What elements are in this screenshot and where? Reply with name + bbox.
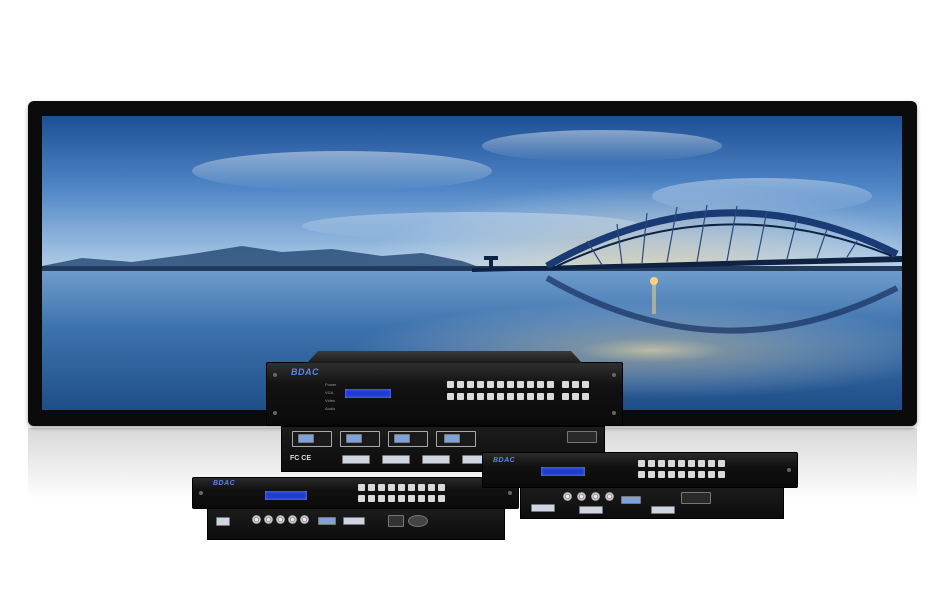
switcher-top-cover <box>307 351 582 363</box>
button-grid-left[interactable] <box>358 484 458 504</box>
video-processor-left-front: BDAC <box>192 477 519 509</box>
button-grid[interactable] <box>447 381 592 409</box>
lcd-display <box>345 389 391 398</box>
video-processor-left-rear <box>207 508 505 540</box>
lcd-display-left <box>265 491 307 500</box>
certification-marks: FC CE <box>290 455 311 462</box>
video-processor-right-front: BDAC <box>482 452 798 488</box>
button-grid-right[interactable] <box>638 460 738 482</box>
led-audio: Audio <box>325 406 336 411</box>
brand-logo: BDAC <box>291 367 319 377</box>
video-processor-right-rear <box>520 487 784 519</box>
lcd-display-right <box>541 467 585 476</box>
led-vga: VGA <box>325 390 334 395</box>
led-power: Power <box>325 382 337 387</box>
matrix-switcher-front: BDAC Power VGA Video Audio <box>266 351 623 426</box>
brand-logo-left: BDAC <box>213 480 236 487</box>
led-video: Video <box>325 398 336 403</box>
brand-logo-right: BDAC <box>493 457 516 464</box>
